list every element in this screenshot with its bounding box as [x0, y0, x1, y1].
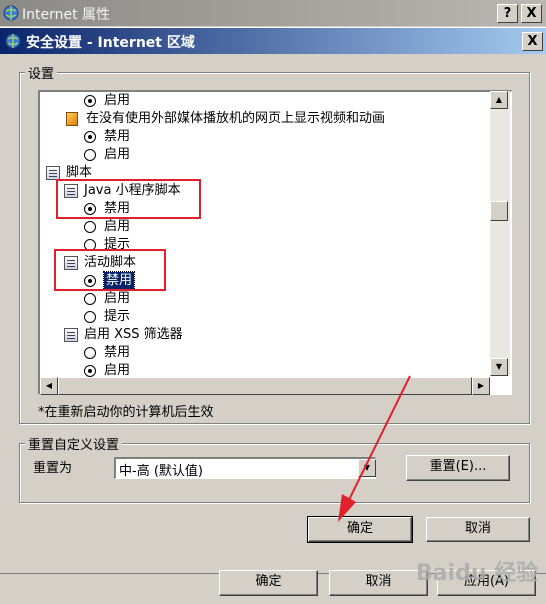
- radio-unchecked-icon[interactable]: [84, 149, 96, 161]
- reset-group-label: 重置自定义设置: [25, 434, 123, 453]
- scroll-left-icon[interactable]: ◀: [40, 377, 58, 395]
- settings-group-label: 设置: [25, 63, 58, 82]
- background-close-button[interactable]: X: [521, 4, 542, 23]
- vertical-scrollbar[interactable]: ▲ ▼: [490, 91, 510, 376]
- internet-options-icon: [3, 5, 19, 21]
- restart-note: *在重新启动你的计算机后生效: [38, 405, 214, 420]
- media-setting-icon: [66, 112, 78, 126]
- radio-checked-icon[interactable]: [84, 365, 96, 377]
- scroll-down-icon[interactable]: ▼: [490, 358, 508, 376]
- radio-checked-icon[interactable]: [84, 95, 96, 107]
- reset-to-label: 重置为: [33, 461, 73, 476]
- scroll-up-icon[interactable]: ▲: [490, 91, 508, 109]
- annotation-arrow: [338, 375, 411, 522]
- script-category-icon: [46, 166, 60, 180]
- help-button[interactable]: ?: [497, 4, 518, 23]
- radio-unchecked-icon[interactable]: [84, 293, 96, 305]
- watermark: Baidu 经验: [416, 561, 539, 586]
- setting-icon: [64, 328, 78, 342]
- horizontal-scrollbar[interactable]: ◀ ▶: [40, 377, 490, 395]
- dialog-internet-icon: [5, 33, 21, 49]
- dialog-cancel-button[interactable]: 取消: [426, 517, 530, 542]
- radio-unchecked-icon[interactable]: [84, 311, 96, 323]
- background-cancel-button[interactable]: 取消: [329, 570, 428, 596]
- radio-unchecked-icon[interactable]: [84, 221, 96, 233]
- background-ok-button[interactable]: 确定: [219, 570, 318, 596]
- highlight-active-script: [54, 249, 166, 291]
- scroll-thumb[interactable]: [490, 201, 508, 221]
- scroll-right-icon[interactable]: ▶: [472, 377, 490, 395]
- highlight-java-script: [56, 179, 201, 219]
- dialog-title: 安全设置 - Internet 区域: [26, 35, 195, 51]
- dialog-close-button[interactable]: X: [522, 32, 543, 51]
- background-window-title: Internet 属性: [22, 7, 111, 23]
- radio-checked-icon[interactable]: [84, 131, 96, 143]
- radio-unchecked-icon[interactable]: [84, 347, 96, 359]
- settings-list[interactable]: 启用 在没有使用外部媒体播放机的网页上显示视频和动画 禁用 启用 脚本 Java…: [38, 90, 512, 395]
- reset-level-value: 中-高 (默认值): [119, 464, 203, 479]
- reset-button[interactable]: 重置(E)...: [406, 455, 510, 481]
